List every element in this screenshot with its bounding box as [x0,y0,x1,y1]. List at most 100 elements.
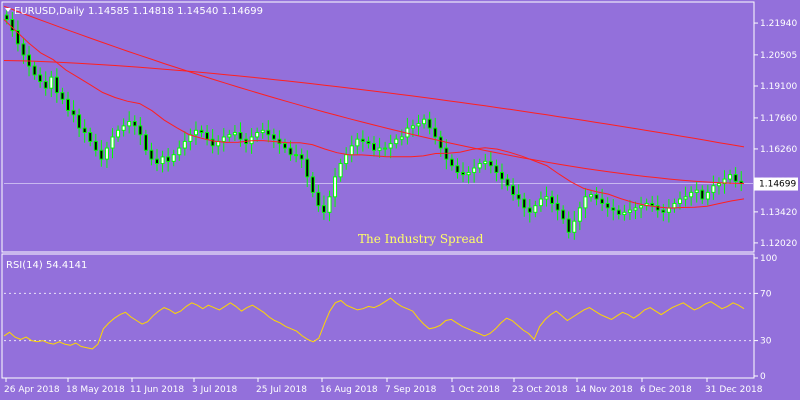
candle [104,141,109,168]
candle-body [372,143,376,151]
candle-body [616,209,621,216]
candle-body [588,194,593,198]
candle-body [466,171,471,176]
candle [611,199,616,221]
rsi-tick-label: 30 [760,337,772,347]
candle-body [132,120,137,127]
candle-body [21,43,26,56]
candle-body [527,207,532,213]
candle-body [260,129,265,134]
candle [199,125,204,138]
candle [577,201,582,231]
candle [221,128,226,152]
time-tick-label: 14 Nov 2018 [575,385,633,395]
price-plot [3,5,754,240]
candle-body [728,174,733,180]
candle [711,175,716,200]
candle-body [461,171,466,176]
candle-body [88,132,93,142]
candle-body [321,205,326,213]
candle-body [577,207,582,222]
candle [349,135,354,163]
candle [705,184,710,206]
candle [694,181,699,203]
candle-body [193,129,198,136]
candle [288,140,293,161]
candle-body [360,138,365,142]
candle [522,192,527,217]
candle-body [310,176,315,193]
candle-body [43,81,48,89]
candle [444,139,449,170]
candle [15,20,20,52]
candle [166,148,171,172]
rsi-tick-label: 0 [760,372,766,382]
candle-body [110,136,115,149]
candle [271,128,276,149]
candle-body [716,183,721,187]
candle [594,187,599,206]
chart-frame [1,1,755,379]
candle [455,158,460,179]
candle-body [427,118,432,129]
candle [182,131,187,156]
candle-body [622,211,627,216]
candle-body [177,147,182,156]
price-tick-label: 1.17660 [760,114,797,124]
time-tick-label: 6 Dec 2018 [640,385,692,395]
moving-average-line [3,60,745,148]
candle [427,111,432,135]
candle-body [138,125,143,136]
candle [416,114,421,137]
candle [561,205,566,224]
candle-body [65,98,70,111]
candle [622,204,627,221]
candle-body [299,154,304,160]
candle [238,122,243,147]
chart-window[interactable]: 1.219401.205051.191001.176601.162601.148… [0,0,800,400]
candle [483,153,488,170]
candle [93,133,98,157]
candle [216,135,221,155]
chart-header[interactable]: EURUSD,Daily 1.14585 1.14818 1.14540 1.1… [5,6,263,17]
dropdown-triangle-icon[interactable] [5,8,11,12]
candle-body [4,14,9,21]
candle [99,140,104,167]
candle-body [82,127,87,134]
candle [177,140,182,161]
candle [722,170,727,194]
candle [394,134,399,149]
candle [516,184,521,207]
candle-body [555,202,560,211]
candle [678,191,683,210]
candle [472,159,477,183]
rsi-panel-border [1,253,755,379]
candle-body [449,158,454,167]
time-tick-label: 31 Dec 2018 [705,385,763,395]
candle-body [672,202,677,209]
candle [110,128,115,159]
candle [627,199,632,220]
time-tick-label: 26 Apr 2018 [4,385,60,395]
candle [305,150,310,188]
candle [65,91,70,117]
price-tick-label: 1.13420 [760,208,797,218]
candle-body [483,160,488,165]
candle-body [121,125,126,131]
candle-body [171,154,176,162]
candle [232,125,237,141]
candle [260,122,265,139]
candle [205,125,210,146]
candle-body [700,189,705,200]
candle-body [104,147,109,160]
candle [60,87,65,105]
candle [21,37,26,64]
candle-body [71,109,76,116]
candle [316,184,321,212]
candle [149,142,154,166]
chart-canvas[interactable]: 1.219401.205051.191001.176601.162601.148… [0,0,800,400]
candle [193,121,198,145]
candle-body [394,138,399,145]
candle [355,132,360,155]
candle [116,125,121,142]
